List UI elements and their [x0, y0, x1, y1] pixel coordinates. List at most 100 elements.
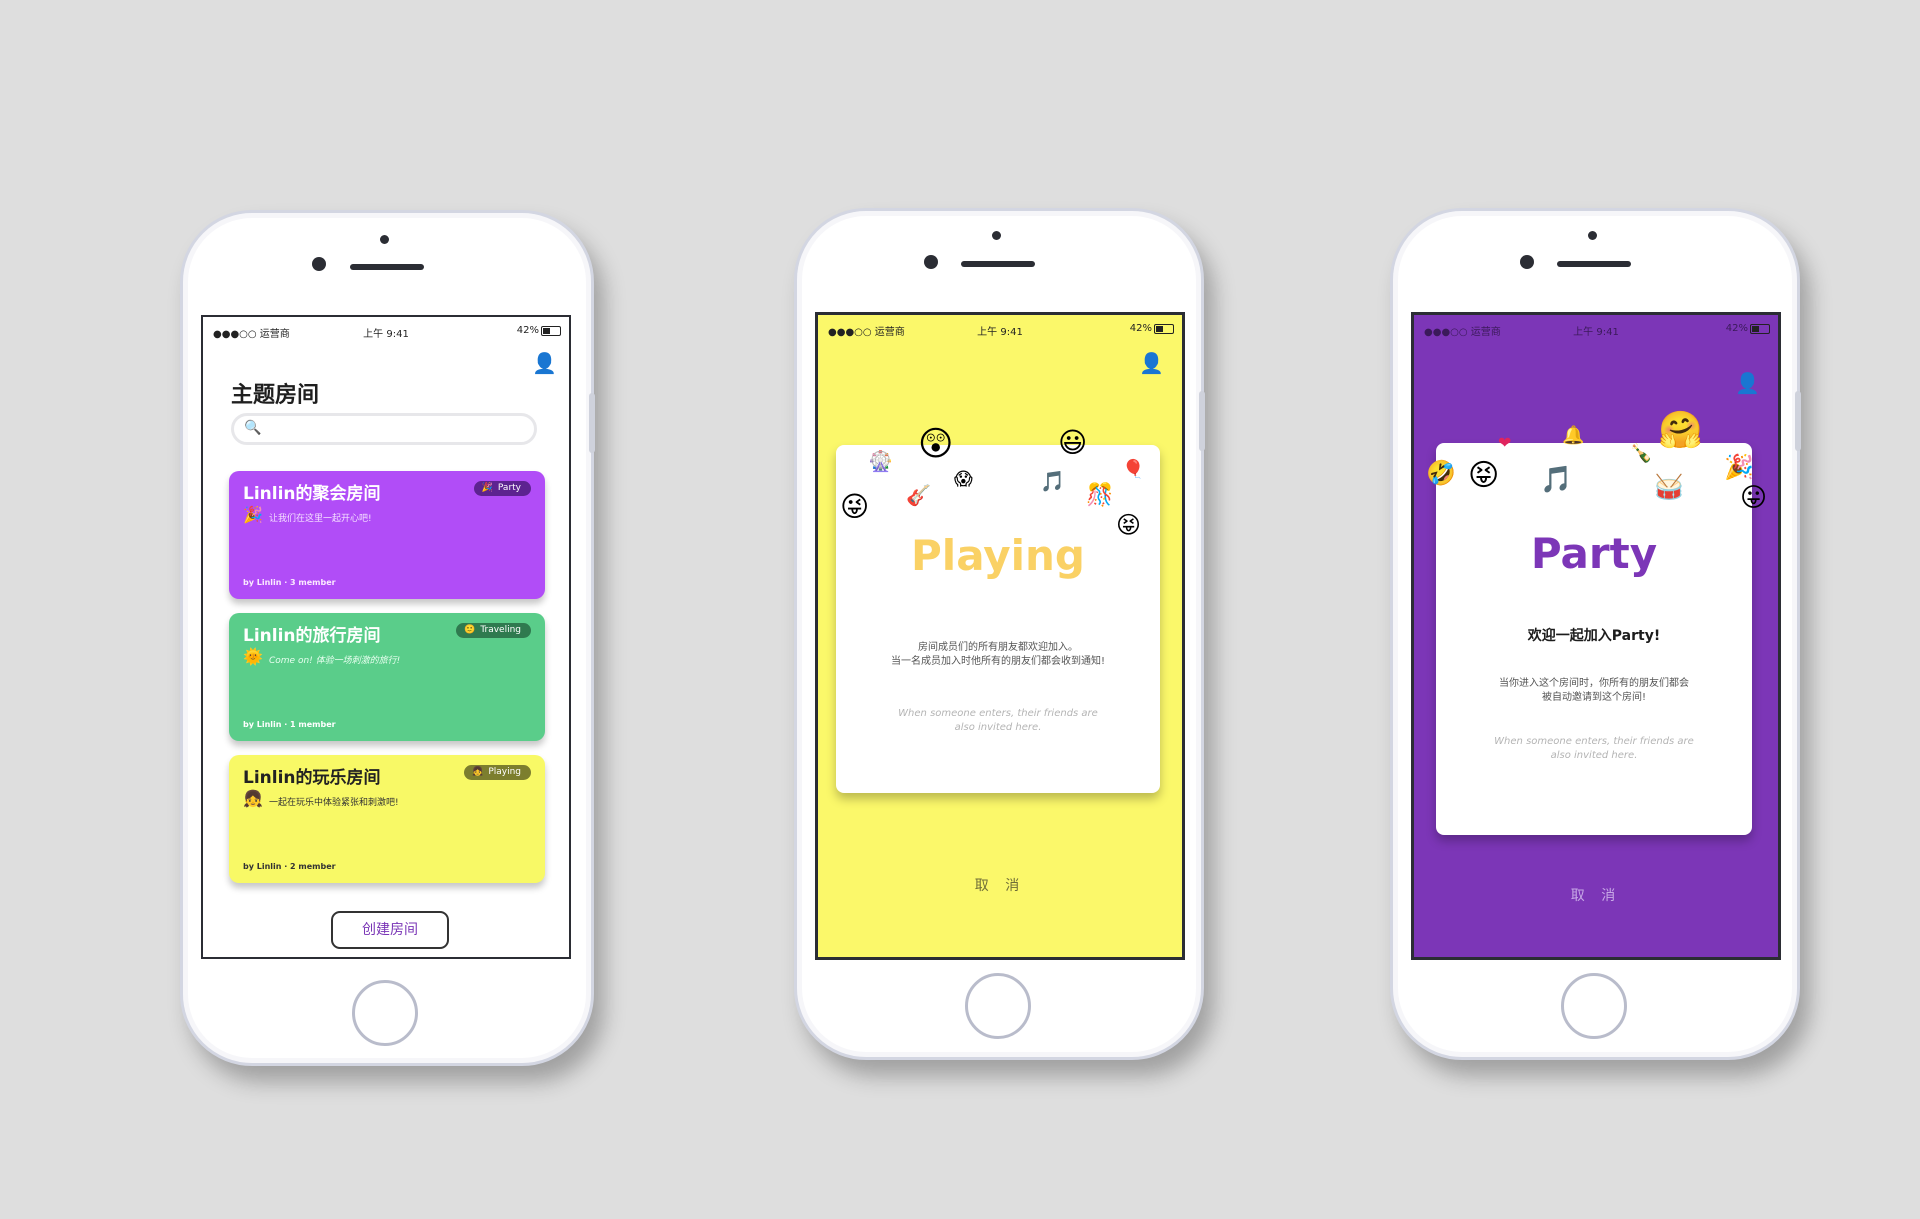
dialog-note-line: also invited here. — [954, 722, 1042, 733]
room-owner: by Linlin · 2 member — [243, 862, 336, 871]
create-room-button[interactable]: 创建房间 — [331, 911, 449, 949]
battery-percent: 42% — [1129, 323, 1152, 334]
phone-frame-home: ●●●○○ 运营商 上午 9:41 42% 👤 主题房间 🔍 Linlin的聚会… — [180, 210, 595, 1066]
squinting-tongue-face-icon: 😝 — [1468, 458, 1500, 493]
party-popper-icon: 🎉 — [243, 505, 263, 524]
room-card-playing[interactable]: Linlin的玩乐房间 👧 Playing 👧 一起在玩乐中体验紧张和刺激吧! b… — [229, 755, 545, 883]
side-button — [1199, 391, 1205, 451]
room-owner: by Linlin · 3 member — [243, 578, 336, 587]
status-bar: ●●●○○ 运营商 上午 9:41 42% — [818, 315, 1182, 341]
screaming-face-icon: 😱 — [954, 469, 973, 490]
proximity-sensor — [1588, 231, 1597, 240]
proximity-sensor — [380, 235, 389, 244]
party-dialog-screen: ●●●○○ 运营商 上午 9:41 42% 👤 Party 欢迎一起加入Part… — [1411, 312, 1781, 960]
dialog-text: 当你进入这个房间时，你所有的朋友们都会 被自动邀请到这个房间! — [1436, 677, 1752, 705]
room-owner: by Linlin · 1 member — [243, 720, 336, 729]
phone-frame-party: ●●●○○ 运营商 上午 9:41 42% 👤 Party 欢迎一起加入Part… — [1390, 208, 1801, 1060]
battery-icon — [1154, 324, 1174, 334]
dialog-title: Playing — [911, 531, 1085, 580]
sun-icon: 🌞 — [243, 647, 263, 666]
tongue-face-icon: 😝 — [1116, 511, 1142, 539]
dialog-text-line: 房间成员们的所有朋友都欢迎加入。 — [918, 642, 1078, 653]
status-bar: ●●●○○ 运营商 上午 9:41 42% — [203, 317, 569, 343]
side-button — [1795, 391, 1801, 451]
room-desc: Come on! 体验一场刺激的旅行! — [269, 656, 401, 666]
home-button[interactable] — [965, 973, 1031, 1039]
cancel-button[interactable]: 取 消 — [818, 875, 1182, 895]
home-screen: ●●●○○ 运营商 上午 9:41 42% 👤 主题房间 🔍 Linlin的聚会… — [201, 315, 571, 959]
front-camera — [1520, 255, 1534, 269]
bell-icon: 🔔 — [1562, 425, 1585, 446]
room-tag-label: Party — [497, 483, 521, 493]
dialog-title: Party — [1530, 529, 1658, 578]
room-name: Linlin的旅行房间 — [243, 626, 381, 646]
front-camera — [312, 257, 326, 271]
guitar-icon: 🎸 — [906, 483, 931, 507]
clock: 上午 9:41 — [363, 329, 409, 340]
home-button[interactable] — [1561, 973, 1627, 1039]
earpiece-speaker — [1557, 261, 1631, 267]
battery-icon — [541, 326, 561, 336]
champagne-icon: 🍾 — [1630, 443, 1653, 464]
battery-percent: 42% — [1725, 323, 1748, 334]
grinning-face-icon: 😃 — [1058, 426, 1088, 459]
side-button — [589, 393, 595, 453]
home-button[interactable] — [352, 980, 418, 1046]
page-title: 主题房间 — [231, 383, 320, 408]
dialog-note-line: also invited here. — [1550, 750, 1638, 761]
room-tag[interactable]: 👧 Playing — [464, 765, 531, 780]
dialog-text-line: 当一名成员加入时他所有的朋友们都会收到通知! — [890, 656, 1105, 667]
winking-tongue-face-icon: 😜 — [840, 490, 870, 523]
dialog-note-line: When someone enters, their friends are — [1494, 736, 1694, 747]
dialog-note-line: When someone enters, their friends are — [898, 708, 1098, 719]
party-dialog-card: Party 欢迎一起加入Party! 当你进入这个房间时，你所有的朋友们都会 被… — [1436, 443, 1752, 835]
earpiece-speaker — [350, 264, 424, 270]
cancel-button[interactable]: 取 消 — [1414, 885, 1778, 905]
dialog-text-line: 被自动邀请到这个房间! — [1541, 692, 1646, 703]
room-card-party[interactable]: Linlin的聚会房间 🎉 Party 🎉 让我们在这里一起开心吧! by Lin… — [229, 471, 545, 599]
front-camera — [924, 255, 938, 269]
profile-list-icon[interactable]: 👤 — [1139, 353, 1164, 373]
room-tag[interactable]: 🎉 Party — [473, 481, 531, 496]
room-name: Linlin的聚会房间 — [243, 484, 381, 504]
dialog-subtitle: 欢迎一起加入Party! — [1527, 628, 1661, 644]
confetti-icon: 🎊 — [1086, 483, 1114, 508]
profile-list-icon[interactable]: 👤 — [1735, 373, 1760, 393]
ferris-wheel-icon: 🎡 — [868, 449, 893, 473]
room-desc: 让我们在这里一起开心吧! — [269, 514, 372, 524]
status-bar: ●●●○○ 运营商 上午 9:41 42% — [1414, 315, 1778, 341]
dialog-note: When someone enters, their friends are a… — [1436, 735, 1752, 763]
clock: 上午 9:41 — [1573, 327, 1619, 338]
profile-list-icon[interactable]: 👤 — [532, 353, 557, 373]
laughing-face-icon: 🤣 — [1426, 459, 1456, 487]
search-icon: 🔍 — [244, 420, 262, 436]
room-name: Linlin的玩乐房间 — [243, 768, 381, 788]
balloon-icon: 🎈 — [1122, 459, 1145, 480]
proximity-sensor — [992, 231, 1001, 240]
room-desc: 一起在玩乐中体验紧张和刺激吧! — [269, 798, 399, 808]
girl-icon: 👧 — [472, 767, 484, 777]
dialog-text-line: 当你进入这个房间时，你所有的朋友们都会 — [1499, 678, 1689, 689]
battery-percent: 42% — [516, 325, 539, 336]
room-card-traveling[interactable]: Linlin的旅行房间 🙂 Traveling 🌞 Come on! 体验一场刺激… — [229, 613, 545, 741]
girl-icon: 👧 — [243, 789, 263, 808]
heart-icon: ❤ — [1498, 433, 1512, 452]
room-tag[interactable]: 🙂 Traveling — [456, 623, 531, 638]
phone-frame-playing: ●●●○○ 运营商 上午 9:41 42% 👤 Playing 房间成员们的所有… — [794, 208, 1205, 1060]
party-popper-icon: 🎉 — [481, 483, 493, 493]
astonished-face-icon: 😲 — [918, 424, 954, 464]
dialog-text: 房间成员们的所有朋友都欢迎加入。 当一名成员加入时他所有的朋友们都会收到通知! — [836, 641, 1160, 669]
playing-dialog-screen: ●●●○○ 运营商 上午 9:41 42% 👤 Playing 房间成员们的所有… — [815, 312, 1185, 960]
hugging-face-icon: 🤗 — [1658, 410, 1703, 451]
battery-icon — [1750, 324, 1770, 334]
smile-icon: 🙂 — [464, 625, 476, 635]
music-note-icon: 🎵 — [1040, 469, 1065, 493]
search-input[interactable]: 🔍 — [231, 413, 537, 445]
clock: 上午 9:41 — [977, 327, 1023, 338]
drum-icon: 🥁 — [1654, 473, 1684, 501]
party-popper-icon: 🎉 — [1724, 453, 1754, 481]
dialog-note: When someone enters, their friends are a… — [836, 707, 1160, 735]
earpiece-speaker — [961, 261, 1035, 267]
room-tag-label: Traveling — [480, 625, 521, 635]
music-note-icon: 🎵 — [1540, 465, 1573, 495]
